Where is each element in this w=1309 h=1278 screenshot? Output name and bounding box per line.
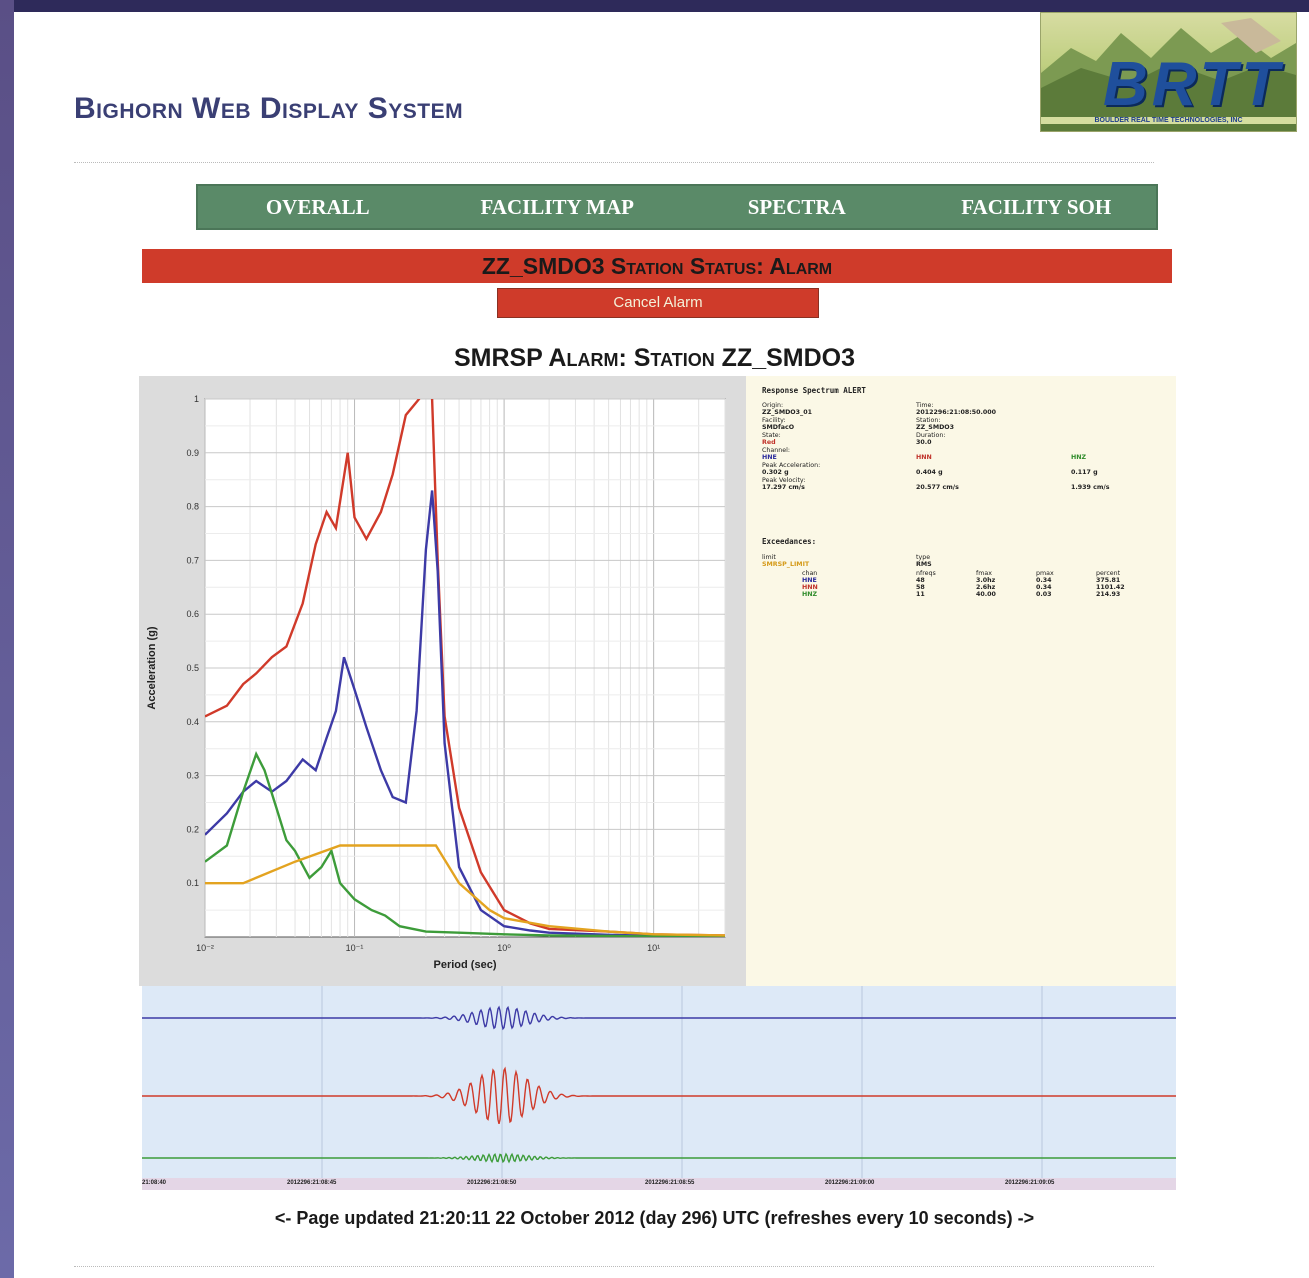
time-label: 2012296:21:09:05 — [1005, 1180, 1055, 1186]
exceed-row-chan: HNZ — [802, 591, 818, 598]
value-acc3: 0.117 g — [1071, 469, 1098, 476]
exceed-row-cell: 11 — [916, 591, 925, 598]
value-facility: SMDfacO — [762, 424, 795, 431]
y-tick-label: 0.1 — [186, 878, 199, 888]
divider — [74, 162, 1154, 163]
exceed-row-cell: 0.03 — [1036, 591, 1052, 598]
y-tick-label: 0.2 — [186, 824, 199, 834]
value-vel2: 20.577 cm/s — [916, 484, 959, 491]
x-tick-label: 10⁰ — [497, 943, 511, 953]
x-tick-label: 10⁻¹ — [346, 943, 364, 953]
main-nav: OVERALL FACILITY MAP SPECTRA FACILITY SO… — [196, 184, 1158, 230]
y-tick-label: 0.6 — [186, 609, 199, 619]
y-axis-label: Acceleration (g) — [146, 626, 158, 709]
y-tick-label: 0.4 — [186, 717, 199, 727]
exceed-row-cell: 40.00 — [976, 591, 996, 598]
y-tick-label: 0.9 — [186, 448, 199, 458]
exceed-header: Exceedances: — [762, 537, 817, 546]
response-spectrum-chart: 0.1 0.2 0.3 0.4 0.5 0.6 0.7 0.8 0.9 1 10⁻² 10⁻¹ 10⁰ 1… — [139, 376, 747, 986]
left-edge — [0, 0, 14, 1278]
waveform-panel — [142, 986, 1176, 1186]
time-label: 2012296:21:08:55 — [645, 1180, 695, 1186]
waveform-trace-hnn — [142, 1066, 1176, 1124]
info-header: Response Spectrum ALERT — [762, 386, 866, 395]
value-ch2: HNN — [916, 454, 932, 461]
cancel-alarm-button[interactable]: Cancel Alarm — [497, 288, 819, 318]
waveform-time-axis: 21:08:40 2012296:21:08:45 2012296:21:08:… — [142, 1178, 1176, 1190]
time-label: 2012296:21:09:00 — [825, 1180, 875, 1186]
value-ch3: HNZ — [1071, 454, 1087, 461]
x-axis-label: Period (sec) — [434, 959, 497, 971]
value-acc2: 0.404 g — [916, 469, 943, 476]
y-tick-label: 0.8 — [186, 502, 199, 512]
waveform-svg — [142, 986, 1176, 1186]
time-label: 21:08:40 — [142, 1180, 167, 1186]
exceed-row-cell: 214.93 — [1096, 591, 1121, 598]
alert-info-panel: Response Spectrum ALERT Origin: ZZ_SMDO3… — [746, 376, 1176, 986]
time-label: 2012296:21:08:50 — [467, 1180, 517, 1186]
value-vel1: 17.297 cm/s — [762, 484, 805, 491]
value-station: ZZ_SMDO3 — [916, 424, 955, 431]
nav-spectra[interactable]: SPECTRA — [677, 195, 917, 220]
y-tick-label: 0.7 — [186, 555, 199, 565]
value-acc1: 0.302 g — [762, 469, 789, 476]
plot-title: SMRSP Alarm: Station ZZ_SMDO3 — [453, 344, 856, 372]
value-state: Red — [762, 439, 776, 446]
top-bar — [0, 0, 1309, 12]
nav-overall[interactable]: OVERALL — [198, 195, 438, 220]
value-vel3: 1.939 cm/s — [1071, 484, 1110, 491]
value-origin: ZZ_SMDO3_01 — [762, 409, 812, 416]
station-status-banner: ZZ_SMDO3 Station Status: Alarm — [142, 249, 1172, 283]
y-tick-label: 1 — [194, 394, 199, 404]
value-time: 2012296:21:08:50.000 — [916, 409, 997, 416]
spectrum-svg: 0.1 0.2 0.3 0.4 0.5 0.6 0.7 0.8 0.9 1 10⁻² 10⁻¹ 10⁰ 1… — [146, 394, 726, 971]
value-ch1: HNE — [762, 454, 777, 461]
nav-facility-map[interactable]: FACILITY MAP — [438, 195, 678, 220]
exceed-type-value: RMS — [916, 561, 932, 568]
waveform-trace-hnz — [142, 1152, 1176, 1164]
time-label: 2012296:21:08:45 — [287, 1180, 337, 1186]
brtt-logo: BRTT BOULDER REAL TIME TECHNOLOGIES, INC — [1040, 12, 1297, 132]
y-tick-label: 0.5 — [186, 663, 199, 673]
page-updated-footer: <- Page updated 21:20:11 22 October 2012… — [274, 1208, 1035, 1228]
logo-subtitle: BOULDER REAL TIME TECHNOLOGIES, INC — [1041, 117, 1296, 124]
y-tick-label: 0.3 — [186, 771, 199, 781]
logo-text: BRTT — [1103, 50, 1284, 119]
exceed-limit-value: SMRSP_LIMIT — [762, 561, 810, 568]
x-tick-label: 10⁻² — [196, 943, 214, 953]
system-title: Bighorn Web Display System — [74, 92, 464, 125]
value-duration: 30.0 — [916, 439, 932, 446]
nav-facility-soh[interactable]: FACILITY SOH — [917, 195, 1157, 220]
waveform-trace-hne — [142, 1005, 1176, 1031]
divider — [74, 1266, 1154, 1267]
x-tick-label: 10¹ — [647, 943, 660, 953]
